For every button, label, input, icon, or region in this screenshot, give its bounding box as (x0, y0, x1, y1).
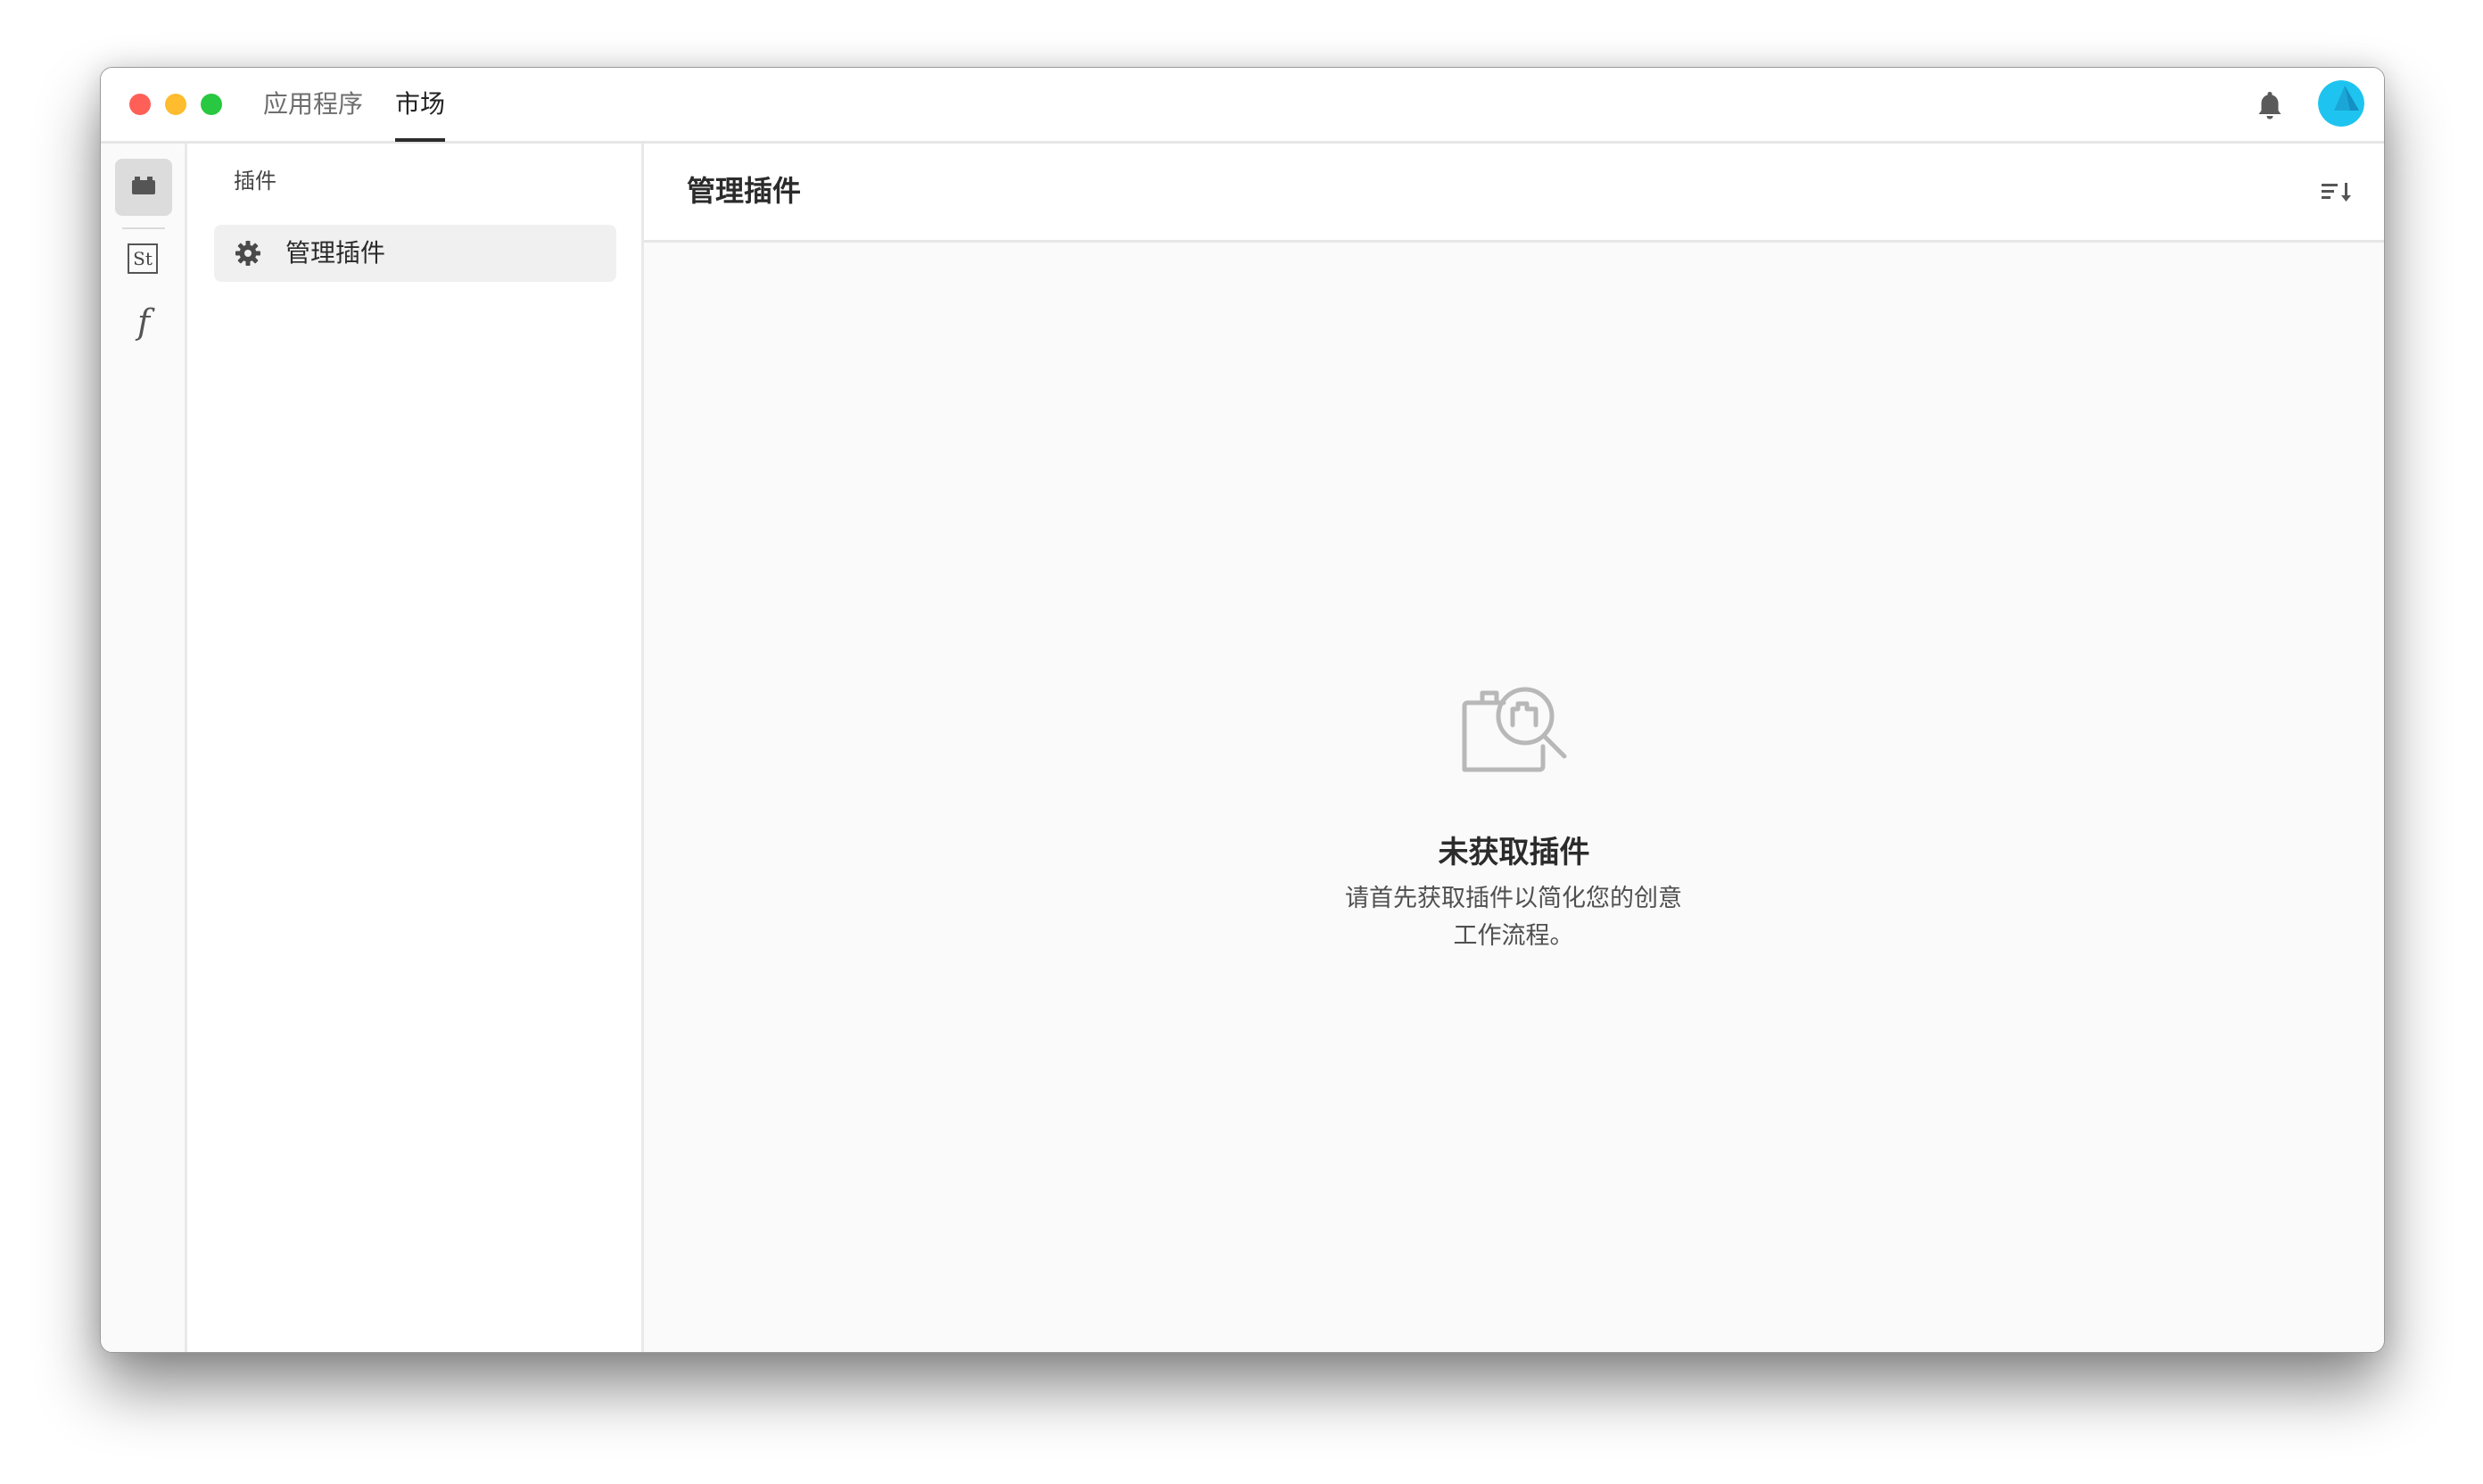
gear-icon (235, 241, 260, 266)
sidebar-heading: 插件 (234, 169, 276, 194)
title-bar: 应用程序 市场 (101, 68, 2384, 144)
close-window-button[interactable] (129, 94, 151, 115)
main-panel: 管理插件 未获取插件 请首先获取插件以简化您的创意工作流程。 (644, 144, 2384, 1352)
rail-item-plugins[interactable] (115, 159, 172, 216)
sidebar-item-manage-plugins[interactable]: 管理插件 (214, 225, 616, 282)
icon-rail: St f (101, 144, 187, 1352)
tab-market[interactable]: 市场 (395, 87, 445, 122)
rail-divider (122, 227, 165, 229)
tab-apps[interactable]: 应用程序 (263, 87, 363, 122)
plugin-icon (132, 177, 155, 194)
main-header: 管理插件 (644, 144, 2384, 243)
fonts-icon[interactable]: f (129, 301, 158, 343)
bell-icon[interactable] (2252, 87, 2288, 123)
sort-icon[interactable] (2320, 179, 2355, 208)
sidebar-item-label: 管理插件 (285, 238, 386, 268)
app-window: 应用程序 市场 St f 插件 管理插件 管理插件 未获取插件 请首先获取插件以… (100, 67, 2385, 1353)
avatar[interactable] (2318, 80, 2364, 127)
minimize-window-button[interactable] (165, 94, 186, 115)
maximize-window-button[interactable] (201, 94, 222, 115)
page-title: 管理插件 (687, 174, 802, 208)
empty-state-description: 请首先获取插件以简化您的创意工作流程。 (1345, 885, 1682, 950)
active-tab-indicator (395, 138, 445, 142)
empty-state-title: 未获取插件 (1438, 835, 1590, 870)
sidebar: 插件 管理插件 (187, 144, 644, 1352)
stock-icon[interactable]: St (128, 243, 158, 274)
empty-plugins-illustration (1462, 687, 1567, 772)
